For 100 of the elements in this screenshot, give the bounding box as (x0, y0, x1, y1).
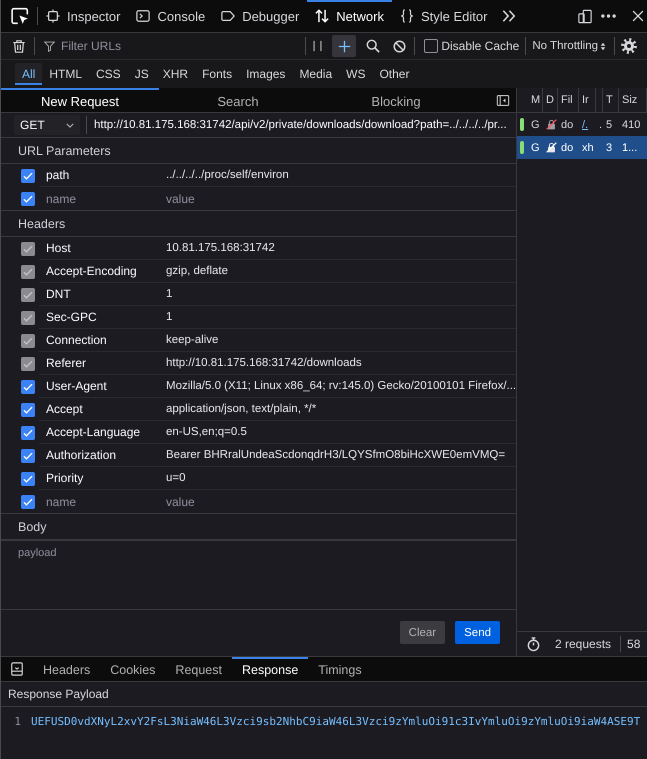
details-tab[interactable]: Cookies (100, 657, 166, 681)
search-icon[interactable] (366, 39, 380, 53)
column-header[interactable]: T (603, 88, 619, 112)
send-button[interactable]: Send (455, 621, 500, 644)
type-filter[interactable]: XHR (156, 63, 196, 85)
type-filter[interactable]: Fonts (195, 63, 240, 85)
braces-icon (400, 9, 414, 23)
column-header[interactable]: Fil (558, 88, 579, 112)
param-name: Authorization (45, 448, 118, 462)
tag-icon (221, 9, 236, 23)
list-cell-text: 1... (621, 140, 638, 156)
type-filter[interactable]: HTML (42, 63, 90, 85)
checkbox[interactable] (21, 192, 35, 206)
column-header[interactable]: M (517, 88, 543, 112)
param-name: path (45, 168, 70, 182)
type-filter[interactable]: Other (372, 63, 416, 85)
throttling-select[interactable]: No Throttling (530, 40, 608, 52)
url-field[interactable]: http://10.81.175.168:31742/api/v2/private/downloads/download?path=../../../../pr... (94, 119, 507, 131)
plus-icon (338, 40, 351, 52)
details-tab[interactable]: Response (232, 657, 308, 681)
details-tab[interactable]: Headers (33, 657, 100, 681)
checkmark-icon (23, 290, 33, 298)
value-field[interactable]: value (159, 492, 516, 512)
param-value: u=0 (165, 472, 187, 484)
value-field[interactable]: value (159, 188, 516, 208)
column-header[interactable]: D (543, 88, 558, 112)
lock-slash-icon (546, 142, 557, 153)
request-count: 2 requests (555, 637, 612, 651)
checkbox[interactable] (21, 380, 35, 394)
filter-input[interactable]: Filter URLs (61, 36, 302, 56)
stopwatch-icon[interactable] (526, 636, 541, 652)
checkbox[interactable] (21, 402, 35, 416)
type-filter[interactable]: CSS (89, 63, 128, 85)
double-chevron-icon[interactable] (502, 9, 516, 23)
param-value: ../../../../proc/self/environ (165, 169, 290, 181)
column-header[interactable]: Siz (619, 88, 647, 112)
new-request-button[interactable] (332, 35, 356, 57)
status-icon (520, 118, 524, 131)
type-filter[interactable]: JS (128, 63, 156, 85)
list-cell-text: 3 (605, 140, 614, 156)
clear-button[interactable]: Clear (400, 621, 446, 644)
details-tab[interactable]: Timings (308, 657, 372, 681)
panel-tab[interactable]: New Request (1, 88, 159, 112)
name-field[interactable]: name (39, 188, 159, 208)
param-name: Referer (45, 356, 88, 370)
panel-toggle-icon[interactable] (10, 661, 24, 677)
list-cell-text: 5 (605, 118, 614, 132)
trash-icon[interactable] (12, 38, 26, 54)
devtools-tab[interactable]: Console (128, 0, 214, 32)
devtools-tab[interactable]: Inspector (38, 0, 128, 32)
column-header[interactable]: Ir (579, 88, 596, 112)
lock-slash-icon (546, 119, 557, 130)
method-select[interactable]: GET (14, 115, 80, 135)
sidebar-icon[interactable] (496, 94, 510, 106)
param-value: keep-alive (165, 334, 220, 346)
checkbox[interactable] (21, 494, 35, 508)
param-name: Priority (45, 471, 84, 485)
checkbox[interactable] (21, 426, 35, 440)
panel-tab[interactable]: Search (159, 88, 317, 112)
more-icon[interactable] (601, 14, 616, 18)
devices-icon[interactable] (578, 8, 592, 24)
section-title: Body (1, 513, 516, 540)
block-icon[interactable] (393, 40, 406, 52)
checkmark-icon (23, 360, 33, 368)
section-title: URL Parameters (1, 138, 516, 164)
param-name: Accept (45, 402, 84, 416)
type-filter[interactable]: Images (239, 63, 292, 85)
list-cell-text: do (560, 118, 574, 132)
type-filter[interactable]: All (15, 63, 42, 85)
checkbox[interactable] (21, 448, 35, 462)
devtools-tab[interactable]: Style Editor (392, 0, 496, 32)
param-value: 10.81.175.168:31742 (165, 242, 276, 254)
param-name: Host (45, 241, 72, 255)
checkbox[interactable] (424, 39, 438, 53)
checkbox[interactable] (21, 472, 35, 486)
close-icon[interactable] (632, 10, 644, 22)
type-filter[interactable]: WS (339, 63, 372, 85)
link[interactable]: /. (582, 118, 588, 130)
name-field[interactable]: name (39, 492, 159, 512)
square-crosshair-icon (46, 9, 60, 23)
details-tab[interactable]: Request (165, 657, 232, 681)
checkbox[interactable] (21, 168, 35, 182)
picker-icon[interactable] (11, 7, 29, 25)
type-filter[interactable]: Media (292, 63, 340, 85)
list-cell-text: do (560, 140, 574, 156)
request-row[interactable]: G do /. . 5 410 (517, 113, 647, 136)
filter-icon (44, 40, 55, 52)
param-value: gzip, deflate (165, 265, 230, 277)
pause-icon[interactable] (313, 40, 322, 52)
param-value: en-US,en;q=0.5 (165, 426, 248, 438)
param-value: 1 (165, 311, 174, 323)
payload-field[interactable]: payload (1, 540, 516, 609)
settings-icon[interactable] (621, 38, 637, 54)
panel-tab[interactable]: Blocking (317, 88, 475, 112)
checkbox-label: Disable Cache (441, 39, 520, 53)
param-name: Accept-Language (45, 425, 142, 439)
request-row[interactable]: G do xh 3 1... (517, 136, 647, 159)
section-title: Headers (1, 210, 516, 237)
param-name: Sec-GPC (45, 310, 98, 324)
devtools-tab[interactable]: Debugger (213, 0, 308, 32)
